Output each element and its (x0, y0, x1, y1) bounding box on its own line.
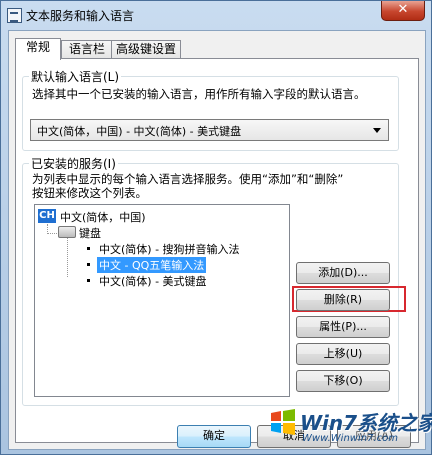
tree-item-us-keyboard[interactable]: 中文(简体) - 美式键盘 (99, 273, 207, 289)
tab-advanced-keys[interactable]: 高级键设置 (111, 40, 181, 59)
window-title: 文本服务和输入语言 (26, 9, 135, 23)
installed-services-tree[interactable]: CH 中文(简体，中国) 键盘 中文(简体) - 搜狗拼音输入法 中文 - QQ… (34, 204, 290, 397)
tab-general[interactable]: 常规 (15, 38, 61, 60)
default-language-select[interactable]: 中文(简体，中国) - 中文(简体) - 美式键盘 (30, 119, 389, 141)
default-language-value: 中文(简体，中国) - 中文(简体) - 美式键盘 (37, 125, 242, 138)
default-language-legend: 默认输入语言(L) (29, 68, 122, 85)
tree-language-node[interactable]: 中文(简体，中国) (60, 209, 146, 225)
language-badge-icon: CH (38, 209, 56, 223)
windows-logo-icon (271, 409, 295, 435)
properties-button[interactable]: 属性(P)... (296, 316, 390, 338)
tree-bullet-icon (87, 247, 90, 250)
ok-button[interactable]: 确定 (177, 425, 251, 448)
tab-language-bar[interactable]: 语言栏 (61, 40, 113, 59)
tree-bullet-icon (87, 279, 90, 282)
tree-keyboard-node[interactable]: 键盘 (79, 225, 101, 241)
dialog-window: 文本服务和输入语言 ✕ 常规 语言栏 高级键设置 默认输入语言(L) 选择其中一… (0, 0, 432, 455)
tree-connector (47, 233, 57, 234)
keyboard-icon (58, 226, 76, 238)
watermark: Win7系统之家 Www.Winwin7.com (268, 405, 432, 453)
dialog-icon (7, 8, 22, 23)
add-button[interactable]: 添加(D)... (296, 262, 390, 284)
tree-item-qq-wubi[interactable]: 中文 - QQ五笔输入法 (97, 257, 207, 273)
title-bar[interactable]: 文本服务和输入语言 ✕ (1, 1, 431, 29)
move-down-button[interactable]: 下移(O) (296, 370, 390, 392)
tree-bullet-icon (87, 263, 90, 266)
dropdown-arrow-icon (373, 128, 381, 133)
default-language-description: 选择其中一个已安装的输入语言，用作所有输入字段的默认语言。 (32, 87, 366, 101)
remove-button[interactable]: 删除(R) (296, 289, 390, 311)
tree-connector (67, 238, 68, 277)
watermark-url: Www.Winwin7.com (302, 433, 398, 444)
watermark-brand: Win7系统之家 (300, 411, 432, 435)
installed-services-description-2: 按钮来修改这个列表。 (32, 186, 147, 200)
move-up-button[interactable]: 上移(U) (296, 343, 390, 365)
tree-item-sogou[interactable]: 中文(简体) - 搜狗拼音输入法 (99, 241, 240, 257)
close-button[interactable]: ✕ (381, 1, 425, 21)
installed-services-legend: 已安装的服务(I) (29, 155, 118, 172)
